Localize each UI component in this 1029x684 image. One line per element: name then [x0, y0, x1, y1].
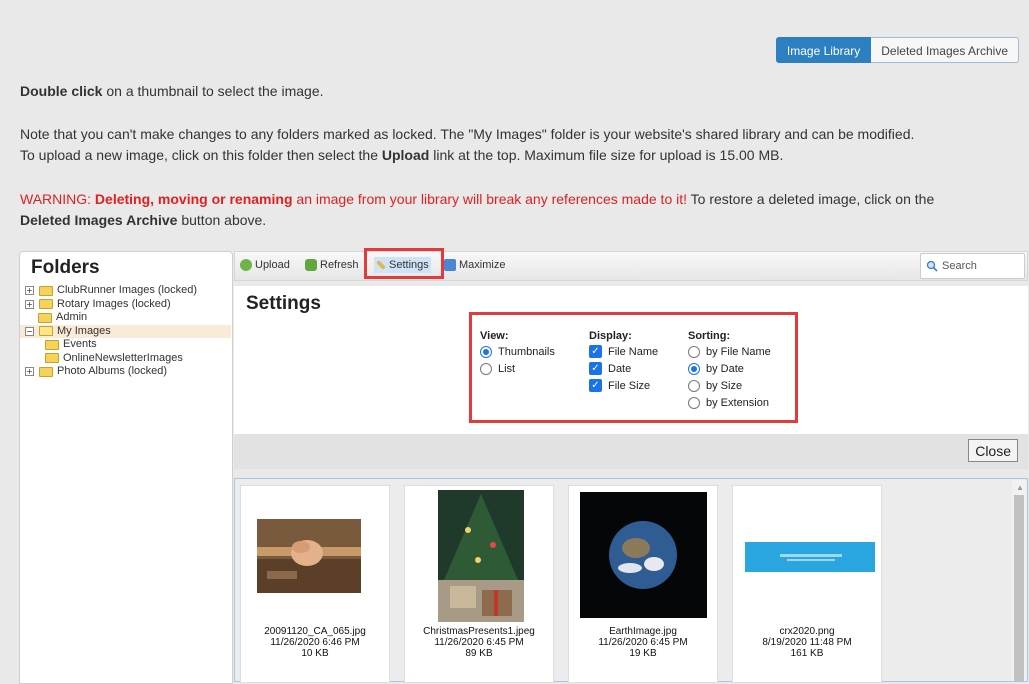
note-upload-bold: Upload [381, 147, 430, 163]
intro-rest: on a thumbnail to select the image. [102, 83, 324, 99]
search-icon [926, 260, 938, 272]
gallery-scrollbar[interactable]: ▲ [1012, 480, 1026, 681]
folder-label: My Images [57, 324, 111, 337]
thumbnail-image[interactable] [438, 490, 524, 622]
warning-archive-bold: Deleted Images Archive [20, 212, 178, 228]
image-card[interactable]: crx2020.png 8/19/2020 11:48 PM 161 KB [732, 485, 882, 683]
close-button[interactable]: Close [968, 439, 1018, 462]
intro-text: Double click on a thumbnail to select th… [20, 81, 1020, 102]
warning-tail: To restore a deleted image, click on the [687, 191, 935, 207]
image-caption: 20091120_CA_065.jpg 11/26/2020 6:46 PM 1… [241, 626, 389, 659]
settings-options-highlight-box [469, 312, 798, 423]
scroll-up-arrow-icon[interactable]: ▲ [1016, 483, 1024, 492]
folder-item-rotary-images[interactable]: + Rotary Images (locked) [25, 298, 231, 311]
folder-icon [45, 353, 59, 363]
note-line2: To upload a new image, click on this fol… [20, 145, 1020, 166]
folder-icon [39, 285, 53, 296]
folder-item-events[interactable]: Events [25, 338, 231, 351]
refresh-button[interactable]: Refresh [305, 257, 359, 273]
expand-icon[interactable]: + [25, 286, 34, 295]
warning-text: WARNING: Deleting, moving or renaming an… [20, 189, 1020, 231]
maximize-label: Maximize [459, 259, 506, 271]
intro-bold: Double click [20, 83, 103, 99]
image-toolbar: Upload Refresh Settings Maximize Search [234, 251, 1028, 281]
folder-icon [39, 299, 53, 309]
maximize-icon [444, 259, 456, 271]
image-filename: 20091120_CA_065.jpg [264, 626, 366, 637]
maximize-button[interactable]: Maximize [444, 257, 505, 273]
folder-item-photo-albums[interactable]: + Photo Albums (locked) [25, 365, 231, 378]
refresh-label: Refresh [320, 259, 359, 271]
warning-prefix: WARNING: [20, 191, 95, 207]
folder-label: Rotary Images (locked) [57, 297, 171, 310]
image-filename: ChristmasPresents1.jpeg [423, 626, 535, 637]
note-line2-a: To upload a new image, click on this fol… [20, 147, 382, 163]
image-date: 11/26/2020 6:46 PM [270, 637, 360, 648]
folder-label: Photo Albums (locked) [57, 365, 168, 377]
settings-highlight-box [364, 248, 444, 279]
image-card[interactable]: 20091120_CA_065.jpg 11/26/2020 6:46 PM 1… [240, 485, 390, 683]
folder-label: OnlineNewsletterImages [63, 351, 183, 364]
image-date: 11/26/2020 6:45 PM [434, 637, 524, 648]
folders-panel: Folders + ClubRunner Images (locked) + R… [19, 251, 233, 684]
folder-icon [39, 366, 53, 377]
upload-icon [240, 259, 252, 271]
image-caption: crx2020.png 8/19/2020 11:48 PM 161 KB [733, 626, 881, 659]
image-card[interactable]: ChristmasPresents1.jpeg 11/26/2020 6:45 … [404, 485, 554, 683]
image-caption: ChristmasPresents1.jpeg 11/26/2020 6:45 … [405, 626, 553, 659]
folder-icon [45, 339, 59, 350]
open-folder-icon [39, 326, 53, 336]
image-card[interactable]: EarthImage.jpg 11/26/2020 6:45 PM 19 KB [568, 485, 718, 683]
image-caption: EarthImage.jpg 11/26/2020 6:45 PM 19 KB [569, 626, 717, 659]
note-line1: Note that you can't make changes to any … [20, 126, 915, 142]
folder-item-onlinenewsletterimages[interactable]: OnlineNewsletterImages [25, 352, 231, 365]
folder-item-clubrunner-images[interactable]: + ClubRunner Images (locked) [25, 284, 231, 297]
thumbnail-image[interactable] [257, 519, 361, 593]
image-size: 161 KB [790, 648, 824, 659]
thumbnail-image[interactable] [580, 492, 707, 618]
tab-deleted-images-archive[interactable]: Deleted Images Archive [871, 37, 1019, 63]
note-text: Note that you can't make changes to any … [20, 124, 1020, 166]
archive-tabs: Image Library Deleted Images Archive [775, 37, 1019, 63]
search-label: Search [942, 260, 977, 272]
refresh-icon [305, 259, 317, 271]
scroll-thumb[interactable] [1014, 495, 1024, 681]
upload-button[interactable]: Upload [240, 257, 290, 273]
image-size: 89 KB [465, 648, 493, 659]
settings-title: Settings [246, 293, 321, 314]
expand-icon[interactable]: + [25, 299, 34, 309]
folder-label: Admin [56, 311, 88, 323]
search-button[interactable]: Search [920, 253, 1025, 279]
folder-tree: + ClubRunner Images (locked) + Rotary Im… [20, 284, 231, 379]
folder-item-my-images[interactable]: − My Images [20, 324, 231, 338]
folder-label: Events [63, 338, 97, 350]
collapse-icon[interactable]: − [25, 326, 34, 336]
thumbnail-image[interactable] [745, 542, 875, 572]
folders-title: Folders [31, 257, 100, 278]
upload-label: Upload [255, 259, 290, 271]
folder-icon [38, 312, 52, 323]
warning-end: button above. [177, 212, 267, 228]
image-date: 8/19/2020 11:48 PM [762, 637, 852, 648]
image-size: 10 KB [301, 648, 329, 659]
tab-image-library[interactable]: Image Library [775, 37, 872, 63]
warning-line1: WARNING: Deleting, moving or renaming an… [20, 189, 1020, 210]
expand-icon[interactable]: + [25, 367, 34, 376]
settings-footer: Close [234, 434, 1028, 469]
note-line2-b: link at the top. Maximum file size for u… [429, 147, 784, 163]
image-filename: crx2020.png [779, 626, 835, 637]
warning-mid: an image from your library will break an… [292, 191, 688, 207]
image-size: 19 KB [629, 648, 657, 659]
image-filename: EarthImage.jpg [609, 626, 677, 637]
image-date: 11/26/2020 6:45 PM [598, 637, 688, 648]
folder-label: ClubRunner Images (locked) [57, 284, 198, 296]
warning-bold: Deleting, moving or renaming [94, 191, 293, 207]
warning-line2: Deleted Images Archive button above. [20, 210, 1020, 231]
folder-item-admin[interactable]: Admin [25, 311, 231, 324]
image-gallery: 20091120_CA_065.jpg 11/26/2020 6:46 PM 1… [234, 478, 1028, 683]
